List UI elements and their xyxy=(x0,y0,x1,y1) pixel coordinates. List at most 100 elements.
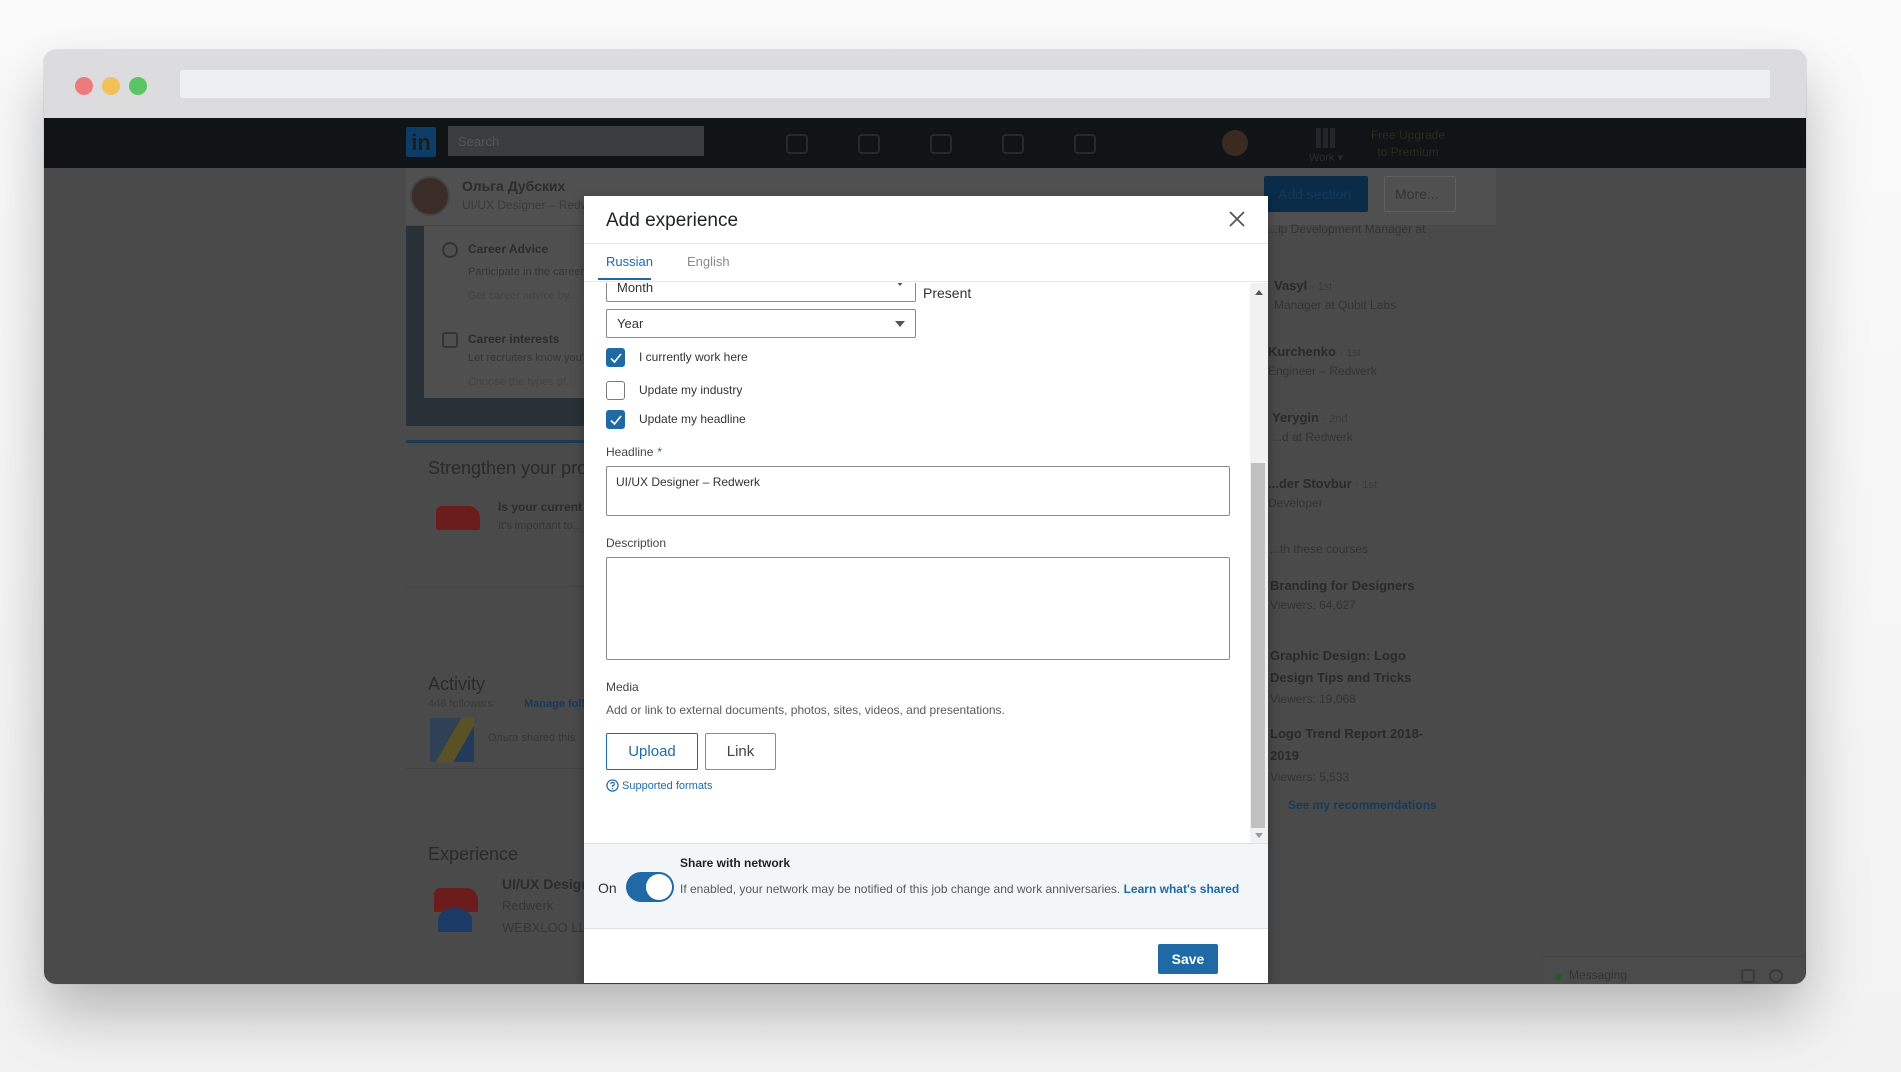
linkedin-logo[interactable]: in xyxy=(406,127,436,157)
course-viewers: Viewers: 5,533 xyxy=(1270,770,1350,784)
followers-count: 446 followers xyxy=(428,698,493,710)
checkbox-checked[interactable] xyxy=(606,348,625,367)
address-bar[interactable] xyxy=(180,70,1770,98)
jobs-icon[interactable] xyxy=(930,134,952,154)
person-name[interactable]: Yerygin · 2nd xyxy=(1272,410,1348,425)
more-button[interactable]: More... xyxy=(1384,176,1456,212)
active-tab-indicator xyxy=(598,278,651,280)
premium-link[interactable]: Free Upgrade to Premium xyxy=(1358,127,1458,161)
add-section-button[interactable]: Add section xyxy=(1264,176,1368,212)
help-icon xyxy=(606,779,619,792)
present-label: Present xyxy=(923,285,972,301)
course-title[interactable]: 2019 xyxy=(1270,748,1299,763)
person-icon xyxy=(442,242,458,258)
messaging-icon[interactable] xyxy=(1002,134,1024,154)
messaging-label: Messaging xyxy=(1569,968,1628,982)
description-textarea[interactable] xyxy=(606,557,1230,660)
activity-heading: Activity xyxy=(428,674,486,694)
course-title[interactable]: Branding for Designers xyxy=(1270,578,1414,593)
person-title: Engineer – Redwerk xyxy=(1268,364,1377,378)
scroll-up-arrow-icon[interactable] xyxy=(1255,290,1263,295)
person-name[interactable]: Vasyl · 1st xyxy=(1274,278,1332,293)
end-year-select[interactable]: Year xyxy=(606,309,916,338)
linkedin-top-nav: in Search Work ▾ Free Upgrade to Premium xyxy=(44,118,1806,168)
course-title[interactable]: Graphic Design: Logo xyxy=(1270,648,1406,663)
close-window-button[interactable] xyxy=(75,77,93,95)
dashboard-item-title[interactable]: Career Advice xyxy=(468,242,548,256)
person-name[interactable]: Kurchenko · 1st xyxy=(1268,344,1361,359)
course-viewers: Viewers: 64,627 xyxy=(1270,598,1356,612)
checkbox-label: Update my headline xyxy=(639,412,746,426)
person-title: Developer xyxy=(1268,496,1323,510)
save-button[interactable]: Save xyxy=(1158,944,1218,974)
experience-company: Redwerk xyxy=(502,898,554,913)
headline-input[interactable]: UI/UX Designer – Redwerk xyxy=(606,466,1230,516)
close-icon xyxy=(1229,211,1245,227)
profile-avatar[interactable] xyxy=(410,176,450,216)
work-menu[interactable]: Work ▾ xyxy=(1296,128,1356,164)
required-asterisk: * xyxy=(657,445,663,459)
share-toggle[interactable] xyxy=(626,872,674,902)
notifications-icon[interactable] xyxy=(1074,134,1096,154)
learn-whats-shared-link[interactable]: Learn what's shared xyxy=(1124,882,1240,896)
activity-post-text[interactable]: Ольга shared this xyxy=(488,732,575,744)
share-with-network-panel: On Share with network If enabled, your n… xyxy=(584,843,1268,929)
media-description: Add or link to external documents, photo… xyxy=(606,703,1005,717)
search-input[interactable]: Search xyxy=(448,126,704,156)
person-name[interactable]: ...der Stovbur · 1st xyxy=(1268,476,1377,491)
me-avatar[interactable] xyxy=(1222,130,1248,156)
course-title[interactable]: Logo Trend Report 2018- xyxy=(1270,726,1423,741)
link-button[interactable]: Link xyxy=(705,733,776,770)
dashboard-item-title[interactable]: Career interests xyxy=(468,332,559,346)
grid-icon xyxy=(1316,128,1336,148)
toggle-state-label: On xyxy=(598,880,617,896)
compose-icon[interactable] xyxy=(1741,969,1755,983)
maximize-window-button[interactable] xyxy=(129,77,147,95)
tab-russian[interactable]: Russian xyxy=(606,254,653,269)
scrollbar-thumb[interactable] xyxy=(1251,463,1265,828)
profile-name: Ольга Дубских xyxy=(462,178,566,194)
right-rail-text: ...ip Development Manager at xyxy=(1268,222,1426,236)
tab-english[interactable]: English xyxy=(687,254,730,269)
company-logo xyxy=(436,506,480,530)
dashboard-item-text: Choose the types of... xyxy=(468,376,576,388)
browser-titlebar xyxy=(44,50,1806,118)
activity-thumbnail[interactable] xyxy=(430,718,474,762)
add-experience-modal: Add experience Russian English Month Pre… xyxy=(584,196,1268,983)
screenshot-stage: in Search Work ▾ Free Upgrade to Premium … xyxy=(0,0,1901,1072)
dashboard-item-text: Get career advice by... xyxy=(468,290,578,302)
course-viewers: Viewers: 19,068 xyxy=(1270,692,1356,706)
checkbox-label: I currently work here xyxy=(639,350,748,364)
search-placeholder: Search xyxy=(458,134,500,149)
my-network-icon[interactable] xyxy=(858,134,880,154)
see-recommendations-link[interactable]: See my recommendations xyxy=(1288,798,1437,812)
share-title: Share with network xyxy=(680,856,791,870)
settings-icon[interactable] xyxy=(1769,969,1783,983)
toggle-knob xyxy=(646,874,672,900)
minimize-window-button[interactable] xyxy=(102,77,120,95)
close-button[interactable] xyxy=(1226,208,1248,230)
checkbox-unchecked[interactable] xyxy=(606,381,625,400)
supported-formats-link[interactable]: Supported formats xyxy=(606,779,713,792)
headline-label: Headline * xyxy=(606,445,663,459)
checkmark-icon xyxy=(610,415,622,426)
language-tabs: Russian English xyxy=(584,244,1268,282)
checkbox-checked[interactable] xyxy=(606,410,625,429)
course-title[interactable]: Design Tips and Tricks xyxy=(1270,670,1411,685)
share-description: If enabled, your network may be notified… xyxy=(680,882,1240,896)
page-viewport: in Search Work ▾ Free Upgrade to Premium … xyxy=(44,118,1806,984)
modal-scroll-body: Month Present Year I currently work here xyxy=(584,283,1268,843)
person-title: ...d at Redwerk xyxy=(1272,430,1353,444)
experience-heading: Experience xyxy=(428,844,519,864)
person-title: Manager at Qubit Labs xyxy=(1274,298,1397,312)
modal-header: Add experience xyxy=(584,196,1268,244)
messaging-bar[interactable]: Messaging xyxy=(1542,956,1806,984)
end-month-select[interactable]: Month xyxy=(606,283,916,302)
upload-button[interactable]: Upload xyxy=(606,733,698,770)
scroll-down-arrow-icon[interactable] xyxy=(1255,833,1263,838)
modal-scrollbar[interactable] xyxy=(1250,283,1268,843)
end-year-value: Year xyxy=(617,316,644,331)
courses-heading: ...th these courses xyxy=(1270,542,1369,556)
home-icon[interactable] xyxy=(786,134,808,154)
chevron-down-icon xyxy=(895,321,905,327)
